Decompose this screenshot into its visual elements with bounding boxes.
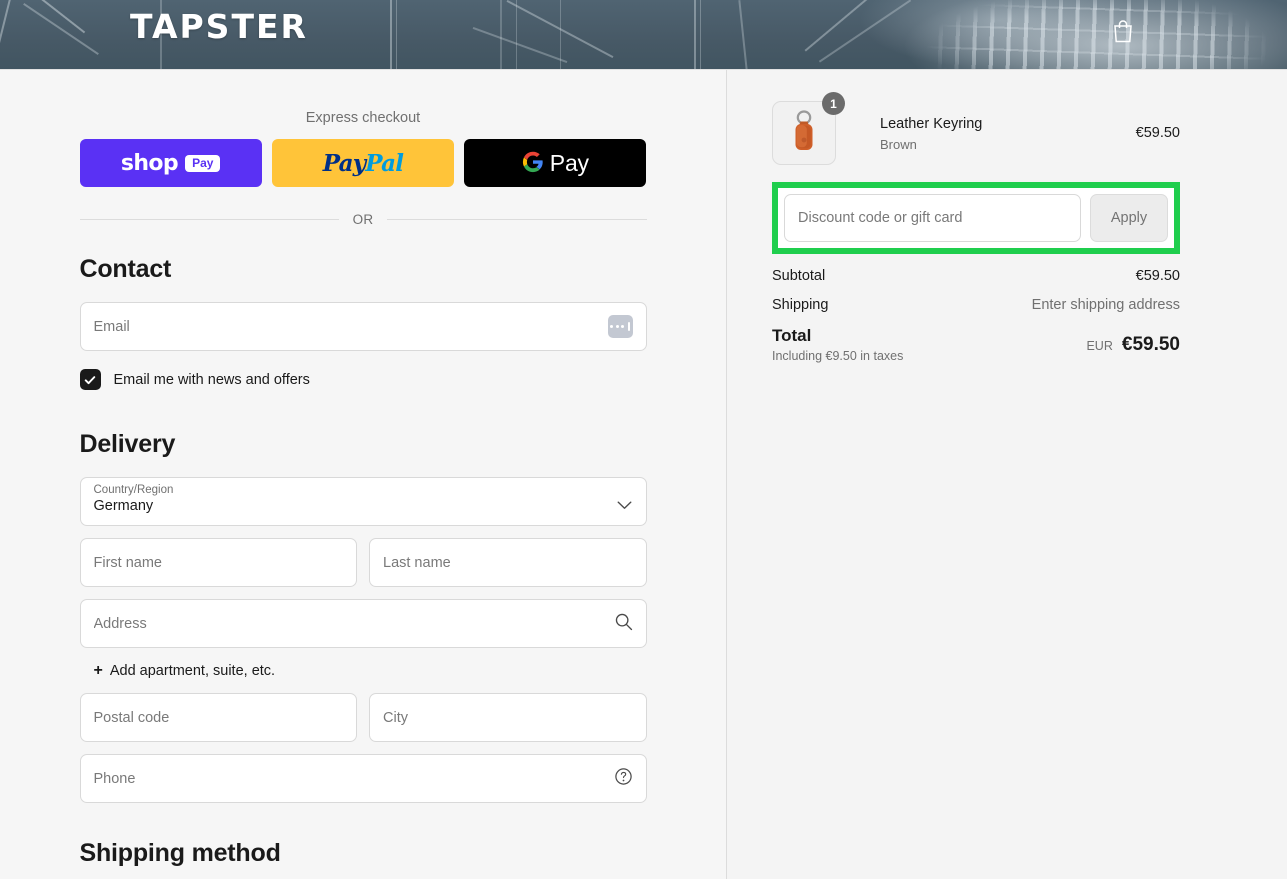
header-mesh-pattern [867, 0, 1287, 69]
plus-icon: + [93, 662, 103, 679]
shipping-method-section: Shipping method [80, 839, 647, 879]
contact-section: Contact Email me with news [79, 255, 647, 390]
subtotal-value: €59.50 [1135, 268, 1180, 284]
total-taxes-note: Including €9.50 in taxes [772, 349, 904, 363]
contact-heading: Contact [79, 255, 172, 283]
postal-code-input[interactable] [93, 709, 343, 726]
shipping-label: Shipping [772, 297, 829, 313]
newsletter-label: Email me with news and offers [113, 371, 310, 388]
google-pay-wordmark: Pay [549, 149, 589, 176]
or-divider: OR [79, 212, 647, 227]
add-apartment-link[interactable]: + Add apartment, suite, etc. [93, 662, 647, 680]
first-name-input[interactable] [93, 554, 343, 571]
line-item-thumbnail-wrap: 1 [772, 92, 845, 165]
email-field[interactable] [79, 302, 647, 351]
express-wallet-buttons: shop Pay PayPal Pay [79, 139, 647, 187]
shop-pay-pill: Pay [185, 154, 221, 172]
total-currency: EUR [1086, 339, 1113, 353]
country-region-value: Germany [93, 498, 154, 514]
header-wire-11 [560, 0, 561, 69]
country-region-select[interactable]: Country/Region Germany [79, 477, 647, 526]
line-item-details: Leather Keyring Brown [880, 114, 1136, 152]
chevron-down-icon[interactable] [617, 497, 632, 515]
discount-code-highlight: Apply [772, 182, 1180, 254]
shop-pay-button[interactable]: shop Pay [79, 139, 262, 187]
postal-city-row [79, 693, 647, 742]
or-divider-line-right [387, 219, 647, 220]
total-left: Total Including €9.50 in taxes [772, 326, 903, 363]
order-line-item: 1 Leather Keyring Brown €59.50 [772, 92, 1180, 168]
subtotal-row: Subtotal €59.50 [772, 268, 1180, 284]
country-region-label: Country/Region [93, 484, 174, 496]
header-wire-5 [390, 0, 392, 69]
discount-code-input[interactable] [798, 210, 1067, 226]
delivery-section: Delivery Country/Region Germany First na… [79, 430, 647, 803]
discount-code-row: Apply [784, 194, 1168, 242]
shipping-method-heading: Shipping method [79, 839, 281, 867]
paypal-button[interactable]: PayPal [271, 139, 455, 187]
newsletter-row[interactable]: Email me with news and offers [79, 369, 647, 390]
line-item-variant: Brown [880, 137, 917, 152]
header-wire-12 [694, 0, 696, 69]
name-fields-row [79, 538, 647, 587]
google-pay-logo: Pay [522, 150, 589, 177]
shipping-value: Enter shipping address [1031, 297, 1180, 313]
shop-pay-logo: shop Pay [121, 151, 221, 176]
subtotal-label: Subtotal [772, 268, 826, 284]
or-divider-line-left [79, 219, 339, 220]
first-name-field[interactable] [79, 538, 357, 587]
store-header-banner: TAPSTER [0, 0, 1287, 70]
last-name-input[interactable] [383, 554, 633, 571]
add-apartment-label: Add apartment, suite, etc. [109, 663, 276, 679]
or-divider-text: OR [352, 212, 374, 227]
total-label: Total [772, 326, 812, 345]
google-pay-button[interactable]: Pay [464, 139, 647, 187]
question-circle-icon[interactable] [614, 767, 633, 791]
order-summary-pane: 1 Leather Keyring Brown €59.50 Apply [727, 70, 1287, 879]
header-wire-9 [500, 0, 502, 69]
order-totals: Subtotal €59.50 Shipping Enter shipping … [772, 268, 1180, 363]
line-item-title: Leather Keyring [880, 116, 983, 132]
email-input[interactable] [93, 318, 608, 335]
header-wire-10 [516, 0, 517, 69]
search-icon[interactable] [614, 612, 633, 636]
header-wire-13 [700, 0, 701, 69]
express-checkout-section: Express checkout shop Pay PayPal Pay [79, 110, 647, 187]
total-row: Total Including €9.50 in taxes EUR €59.5… [772, 326, 1180, 363]
google-g-icon [522, 151, 544, 176]
line-item-quantity-badge: 1 [822, 92, 845, 115]
phone-input[interactable] [93, 770, 614, 787]
total-right: EUR €59.50 [1086, 326, 1180, 356]
paypal-word-part2: Pal [365, 149, 404, 177]
city-input[interactable] [383, 709, 633, 726]
discount-code-field[interactable] [784, 194, 1081, 242]
express-checkout-label: Express checkout [305, 110, 421, 126]
autofill-icon[interactable] [607, 315, 633, 338]
shopping-bag-icon[interactable] [1111, 18, 1135, 44]
address-input[interactable] [93, 615, 614, 632]
store-brand-logo: TAPSTER [130, 7, 308, 46]
header-wire-6 [396, 0, 397, 69]
phone-field[interactable] [79, 754, 647, 803]
shop-pay-wordmark: shop [120, 150, 179, 176]
total-amount: €59.50 [1121, 334, 1180, 355]
newsletter-checkbox[interactable] [79, 369, 101, 390]
delivery-heading: Delivery [79, 430, 176, 458]
checkout-form-pane: Express checkout shop Pay PayPal Pay OR … [0, 70, 727, 879]
apply-discount-button[interactable]: Apply [1090, 194, 1168, 242]
address-field[interactable] [79, 599, 647, 648]
city-field[interactable] [369, 693, 647, 742]
shipping-row: Shipping Enter shipping address [772, 297, 1180, 313]
paypal-word-part1: Pay [322, 149, 366, 177]
line-item-price: €59.50 [1135, 125, 1180, 141]
paypal-logo: PayPal [322, 149, 404, 177]
checkout-body: Express checkout shop Pay PayPal Pay OR … [0, 70, 1287, 879]
checkout-page: TAPSTER Express checkout shop Pay PayPal… [0, 0, 1287, 879]
postal-code-field[interactable] [79, 693, 357, 742]
last-name-field[interactable] [369, 538, 647, 587]
